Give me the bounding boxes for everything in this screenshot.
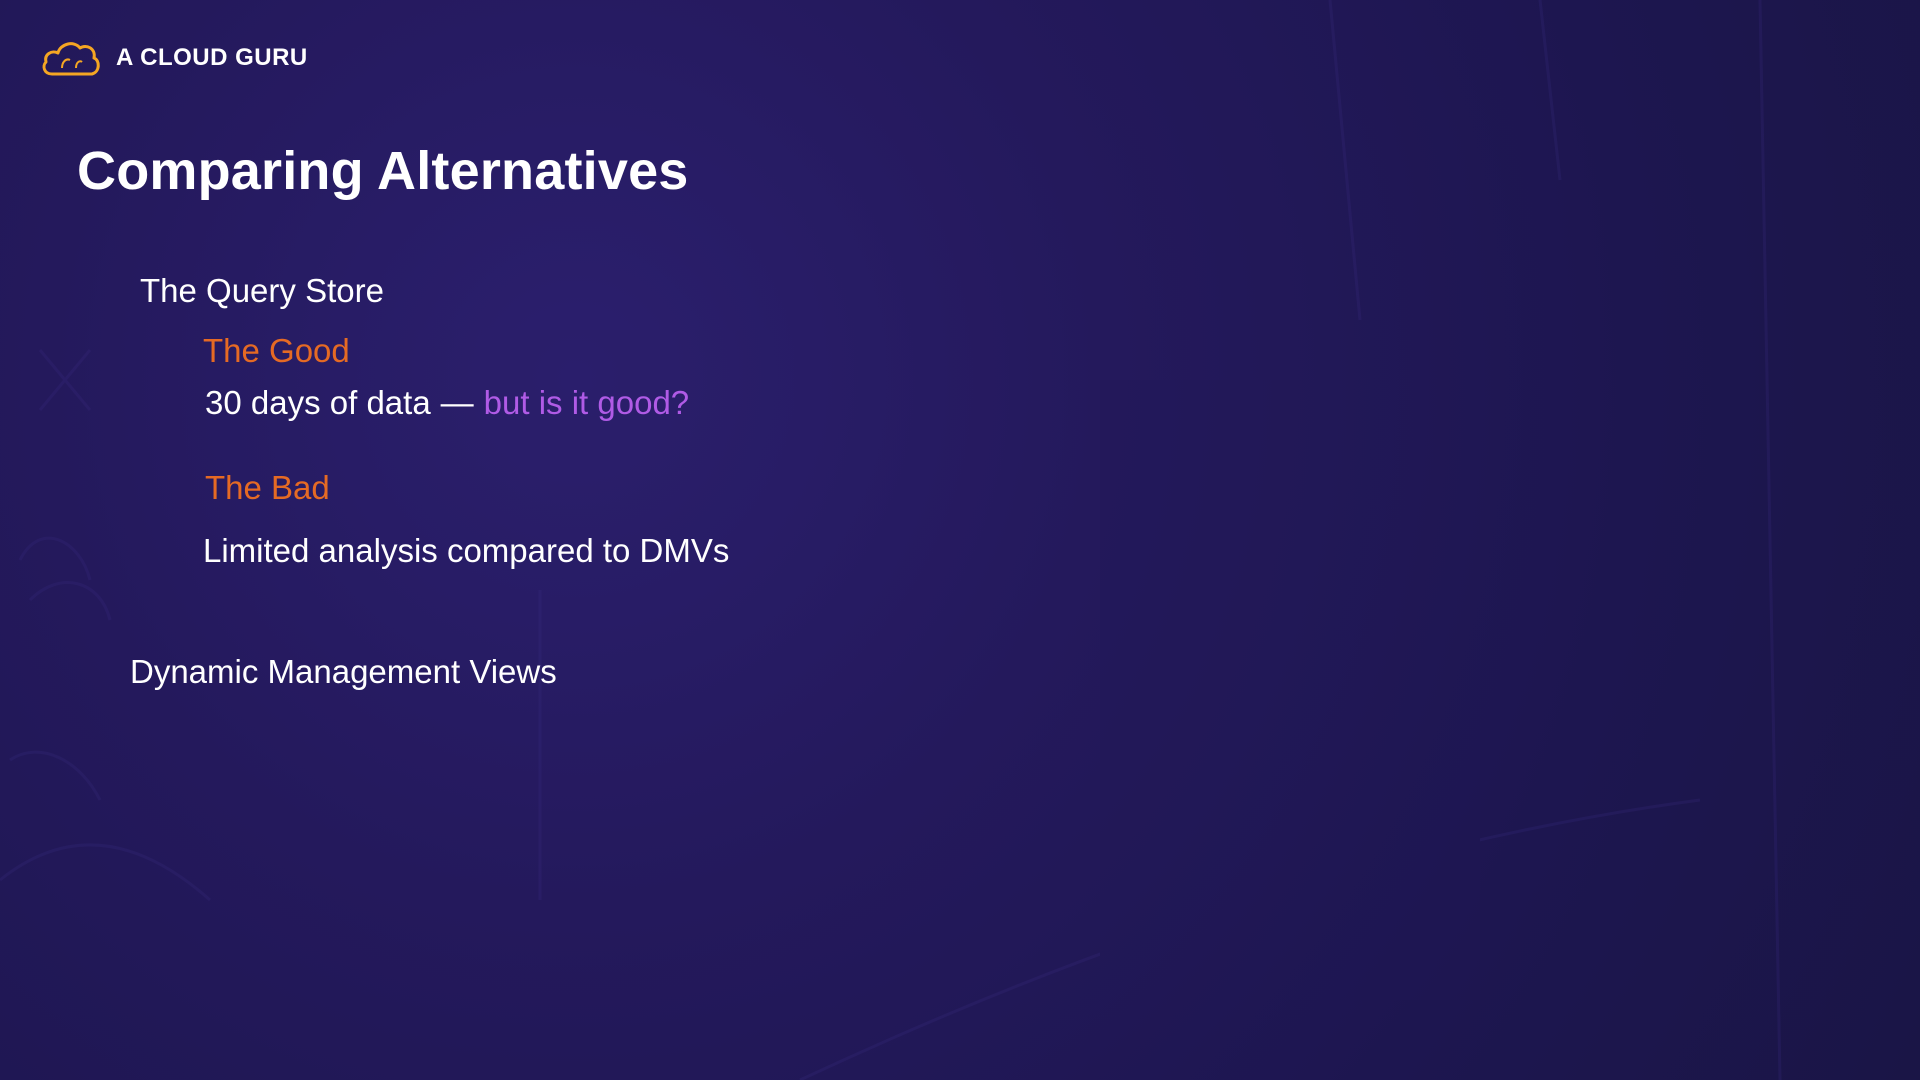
bad-heading: The Bad [205, 469, 330, 506]
query-store-heading: The Query Store [140, 272, 384, 309]
good-separator: — [440, 384, 474, 421]
brand-name: A CLOUD GURU [116, 44, 308, 71]
bad-point: Limited analysis compared to DMVs [203, 532, 730, 569]
good-point: 30 days of data — but is it good? [205, 384, 689, 422]
dmv-heading: Dynamic Management Views [130, 653, 557, 690]
brand-logo: A CLOUD GURU [40, 38, 308, 78]
good-heading: The Good [203, 332, 350, 369]
good-accent-text: but is it good? [483, 384, 690, 421]
cloud-logo-icon [42, 42, 100, 76]
good-text: 30 days of data [205, 384, 431, 421]
slide-title: Comparing Alternatives [77, 141, 689, 201]
